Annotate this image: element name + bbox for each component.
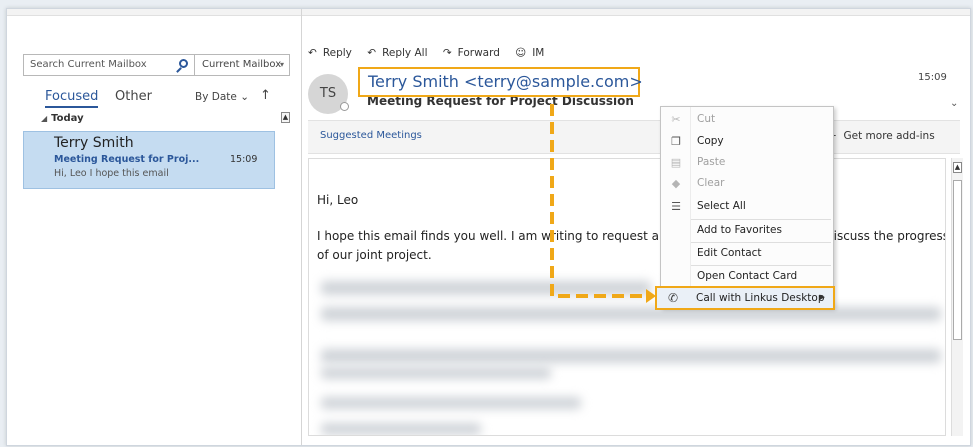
chat-icon: ☺ [515, 47, 527, 59]
message-actions: ↶ Reply ↶ Reply All ↷ Forward ☺ IM [308, 47, 556, 59]
chevron-down-icon: ▾ [279, 60, 284, 69]
menu-label: Open Contact Card [697, 270, 798, 282]
menu-label: Call with Linkus Desktop [696, 292, 825, 304]
menu-item-cut[interactable]: ✂ Cut [661, 109, 833, 130]
menu-label: Paste [697, 156, 726, 168]
presence-icon [340, 102, 349, 111]
search-scope-label: Current Mailbox [202, 59, 282, 70]
mail-list-pane: Search Current Mailbox Current Mailbox ▾… [7, 9, 290, 445]
suggested-meetings-link[interactable]: Suggested Meetings [320, 130, 422, 141]
forward-icon: ↷ [442, 47, 452, 59]
addins-bar: Suggested Meetings + Get more add-ins [308, 120, 960, 154]
tab-other[interactable]: Other [115, 89, 152, 104]
menu-item-open-contact-card[interactable]: Open Contact Card [661, 266, 833, 287]
sender-text: Terry Smith <terry@sample.com> [368, 72, 643, 91]
forward-button[interactable]: ↷ Forward [443, 47, 506, 59]
menu-label: Copy [697, 135, 724, 147]
message-body: Hi, Leo I hope this email finds you well… [308, 158, 946, 436]
forward-label: Forward [457, 47, 500, 59]
scissors-icon: ✂ [671, 113, 681, 126]
message-time: 15:09 [918, 72, 947, 83]
group-header-today[interactable]: ◢ Today [23, 109, 275, 129]
mail-item-subject: Meeting Request for Proj... [54, 154, 200, 165]
body-line-1-end: discuss the progress [826, 229, 946, 243]
context-menu: ✂ Cut ❐ Copy ▤ Paste ◆ Clear ☰ Select All Add… [660, 106, 834, 308]
copy-icon: ❐ [671, 135, 681, 148]
submenu-arrow-icon: ▶ [819, 293, 825, 301]
menu-label: Add to Favorites [697, 224, 782, 236]
menu-label: Cut [697, 113, 716, 125]
reply-label: Reply [322, 47, 352, 59]
mail-item-time: 15:09 [230, 154, 258, 165]
menu-item-call-linkus[interactable]: ✆ Call with Linkus Desktop ▶ [655, 286, 835, 310]
chevron-down-icon: ⌄ [240, 91, 250, 103]
search-placeholder: Search Current Mailbox [30, 59, 147, 70]
menu-label: Edit Contact [697, 247, 762, 259]
body-scrollbar[interactable]: ▲ [951, 158, 963, 436]
scroll-up-button[interactable]: ▲ [281, 112, 290, 123]
body-line-1: I hope this email finds you well. I am w… [317, 229, 694, 243]
blurred-text [321, 349, 941, 363]
mail-item-preview: Hi, Leo I hope this email [54, 168, 169, 179]
im-label: IM [532, 47, 545, 59]
menu-item-copy[interactable]: ❐ Copy [661, 131, 833, 152]
tab-focused[interactable]: Focused [45, 89, 99, 108]
get-addins-label: Get more add-ins [843, 130, 935, 142]
get-addins-button[interactable]: + Get more add-ins [828, 130, 935, 142]
reply-all-icon: ↶ [367, 47, 377, 59]
group-label: Today [51, 113, 84, 124]
sort-dropdown[interactable]: By Date ⌄ [195, 91, 249, 103]
blurred-text [321, 367, 551, 379]
expand-header-icon[interactable]: ⌄ [950, 98, 958, 109]
menu-item-paste[interactable]: ▤ Paste [661, 152, 833, 173]
blurred-text [321, 397, 581, 409]
body-greeting: Hi, Leo [317, 193, 359, 207]
phone-icon: ✆ [668, 291, 679, 305]
sender-address[interactable]: Terry Smith <terry@sample.com> [358, 67, 643, 97]
sort-direction-button[interactable]: ↑ [260, 88, 271, 103]
reply-button[interactable]: ↶ Reply [308, 47, 358, 59]
mail-item-sender: Terry Smith [54, 135, 134, 151]
menu-item-add-favorites[interactable]: Add to Favorites [661, 220, 833, 241]
menu-label: Clear [697, 177, 725, 189]
menu-item-clear[interactable]: ◆ Clear [661, 173, 833, 194]
select-all-icon: ☰ [671, 200, 681, 213]
mail-list-item[interactable]: Terry Smith Meeting Request for Proj... … [23, 131, 275, 189]
scroll-up-button[interactable]: ▲ [953, 162, 962, 173]
menu-label: Select All [697, 200, 746, 212]
eraser-icon: ◆ [671, 177, 681, 190]
menu-item-edit-contact[interactable]: Edit Contact [661, 243, 833, 264]
menu-item-select-all[interactable]: ☰ Select All [661, 196, 833, 217]
collapse-triangle-icon: ◢ [41, 114, 48, 123]
reply-icon: ↶ [308, 47, 317, 59]
im-button[interactable]: ☺ IM [515, 47, 550, 59]
search-scope-dropdown[interactable]: Current Mailbox ▾ [194, 54, 290, 76]
search-input[interactable]: Search Current Mailbox [23, 54, 195, 76]
reply-all-button[interactable]: ↶ Reply All [367, 47, 433, 59]
blurred-text [321, 307, 941, 321]
search-icon[interactable] [179, 59, 188, 68]
reply-all-label: Reply All [382, 47, 428, 59]
sort-label: By Date [195, 91, 237, 103]
paste-icon: ▤ [670, 156, 682, 169]
body-line-2: of our joint project. [317, 248, 432, 262]
pane-divider[interactable] [301, 9, 302, 445]
blurred-text [321, 423, 481, 435]
scroll-thumb[interactable] [953, 180, 962, 340]
blurred-text [321, 281, 651, 295]
